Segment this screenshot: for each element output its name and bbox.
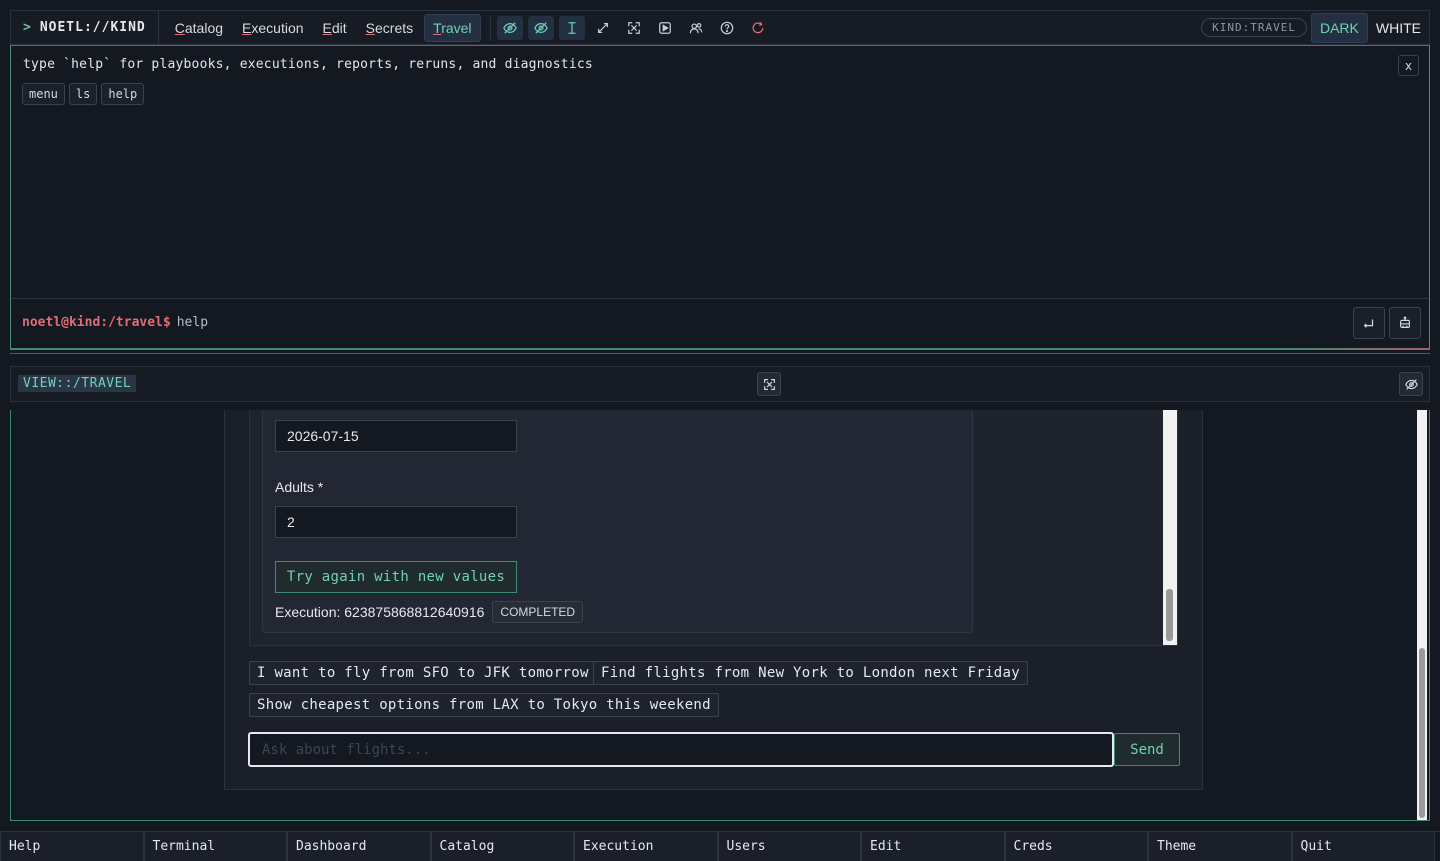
view-scrollbar-thumb[interactable] bbox=[1419, 648, 1425, 818]
chip-ls[interactable]: ls bbox=[68, 83, 98, 105]
brand[interactable]: > NOETL://KIND bbox=[11, 11, 159, 44]
view-fullscreen-button[interactable] bbox=[757, 372, 781, 396]
theme-dark-button[interactable]: DARK bbox=[1310, 12, 1368, 43]
top-menu-bar: > NOETL://KIND Catalog Execution Edit Se… bbox=[10, 10, 1430, 45]
panel-splitter-line bbox=[10, 353, 1430, 354]
terminal-divider bbox=[11, 298, 1429, 299]
menu-item-catalog[interactable]: Catalog bbox=[167, 15, 231, 41]
menu-item-secrets[interactable]: Secrets bbox=[358, 15, 421, 41]
main-menu: Catalog Execution Edit Secrets Travel bbox=[167, 13, 484, 42]
terminal-quick-commands: menu ls help bbox=[22, 83, 148, 105]
menu-divider bbox=[489, 14, 491, 41]
theme-controls: KIND:TRAVEL DARK WHITE bbox=[1201, 12, 1429, 43]
theme-white-button[interactable]: WHITE bbox=[1368, 14, 1429, 42]
expand-diagonal-icon[interactable] bbox=[590, 16, 616, 40]
send-button[interactable]: Send bbox=[1114, 733, 1180, 766]
suggestion-chip[interactable]: I want to fly from SFO to JFK tomorrow bbox=[249, 661, 597, 685]
suggestion-chip[interactable]: Show cheapest options from LAX to Tokyo … bbox=[249, 693, 719, 717]
terminal-info-text: type `help` for playbooks, executions, r… bbox=[23, 57, 593, 72]
terminal-close-button[interactable]: x bbox=[1398, 55, 1419, 76]
adults-field[interactable] bbox=[275, 506, 517, 538]
bottom-item-catalog[interactable]: Catalog bbox=[430, 832, 574, 861]
panel-splitter[interactable] bbox=[10, 348, 1430, 350]
menu-item-travel[interactable]: Travel bbox=[424, 13, 481, 42]
bottom-item-creds[interactable]: Creds bbox=[1004, 832, 1148, 861]
fullscreen-icon[interactable] bbox=[621, 16, 647, 40]
terminal-command-input[interactable]: help bbox=[177, 315, 208, 330]
assistant-button[interactable] bbox=[1389, 307, 1421, 339]
chat-card: Adults * Try again with new values Execu… bbox=[224, 410, 1203, 790]
travel-view: Adults * Try again with new values Execu… bbox=[10, 410, 1430, 821]
bottom-item-help[interactable]: Help bbox=[0, 832, 144, 861]
text-cursor-icon[interactable] bbox=[558, 15, 585, 40]
execution-info: Execution: 623875868812640916 COMPLETED bbox=[275, 601, 584, 623]
bottom-item-users[interactable]: Users bbox=[717, 832, 861, 861]
menu-item-execution[interactable]: Execution bbox=[234, 15, 312, 41]
bottom-item-terminal[interactable]: Terminal bbox=[143, 832, 287, 861]
chat-input[interactable] bbox=[248, 732, 1114, 767]
help-circle-icon[interactable] bbox=[714, 16, 740, 40]
brand-prefix: > bbox=[23, 20, 32, 35]
play-icon[interactable] bbox=[652, 16, 678, 40]
kind-badge: KIND:TRAVEL bbox=[1201, 18, 1307, 37]
enter-icon bbox=[1363, 319, 1374, 328]
eye-off-icon bbox=[1404, 378, 1418, 390]
robot-icon bbox=[1400, 316, 1410, 328]
view-hide-button[interactable] bbox=[1399, 372, 1423, 396]
menu-item-edit[interactable]: Edit bbox=[315, 15, 355, 41]
view-label: VIEW::/TRAVEL bbox=[18, 375, 137, 392]
refresh-icon[interactable] bbox=[745, 16, 771, 40]
terminal-prompt: noetl@kind:/travel$ bbox=[22, 315, 171, 330]
message-scrollbar-thumb[interactable] bbox=[1166, 589, 1173, 641]
view-header: VIEW::/TRAVEL bbox=[10, 366, 1430, 402]
terminal-panel: type `help` for playbooks, executions, r… bbox=[10, 45, 1430, 349]
bottom-item-theme[interactable]: Theme bbox=[1148, 832, 1292, 861]
bottom-nav: Help Terminal Dashboard Catalog Executio… bbox=[0, 831, 1440, 861]
terminal-prompt-line[interactable]: noetl@kind:/travel$ help bbox=[22, 315, 208, 330]
date-field[interactable] bbox=[275, 420, 517, 452]
suggestion-chip[interactable]: Find flights from New York to London nex… bbox=[593, 661, 1028, 685]
chip-help[interactable]: help bbox=[101, 83, 145, 105]
bottom-item-quit[interactable]: Quit bbox=[1291, 832, 1435, 861]
enter-button[interactable] bbox=[1353, 307, 1385, 339]
bottom-item-execution[interactable]: Execution bbox=[574, 832, 718, 861]
adults-label: Adults * bbox=[275, 479, 324, 495]
brand-title: NOETL://KIND bbox=[39, 20, 146, 35]
message-scrollbar[interactable] bbox=[1163, 410, 1177, 645]
eye-off-icon[interactable] bbox=[527, 15, 554, 40]
eye-off-icon[interactable] bbox=[496, 15, 523, 40]
bottom-item-edit[interactable]: Edit bbox=[861, 832, 1005, 861]
chip-menu[interactable]: menu bbox=[22, 83, 65, 105]
view-scrollbar[interactable] bbox=[1417, 410, 1427, 820]
execution-id: Execution: 623875868812640916 bbox=[275, 604, 485, 620]
retry-button[interactable]: Try again with new values bbox=[275, 561, 517, 593]
bottom-item-dashboard[interactable]: Dashboard bbox=[287, 832, 431, 861]
toolbar bbox=[496, 15, 776, 40]
fullscreen-icon bbox=[763, 378, 775, 390]
flight-search-form: Adults * Try again with new values Execu… bbox=[262, 410, 973, 633]
users-icon[interactable] bbox=[683, 16, 709, 40]
message-list: Adults * Try again with new values Execu… bbox=[249, 410, 1178, 646]
status-badge: COMPLETED bbox=[492, 601, 584, 623]
